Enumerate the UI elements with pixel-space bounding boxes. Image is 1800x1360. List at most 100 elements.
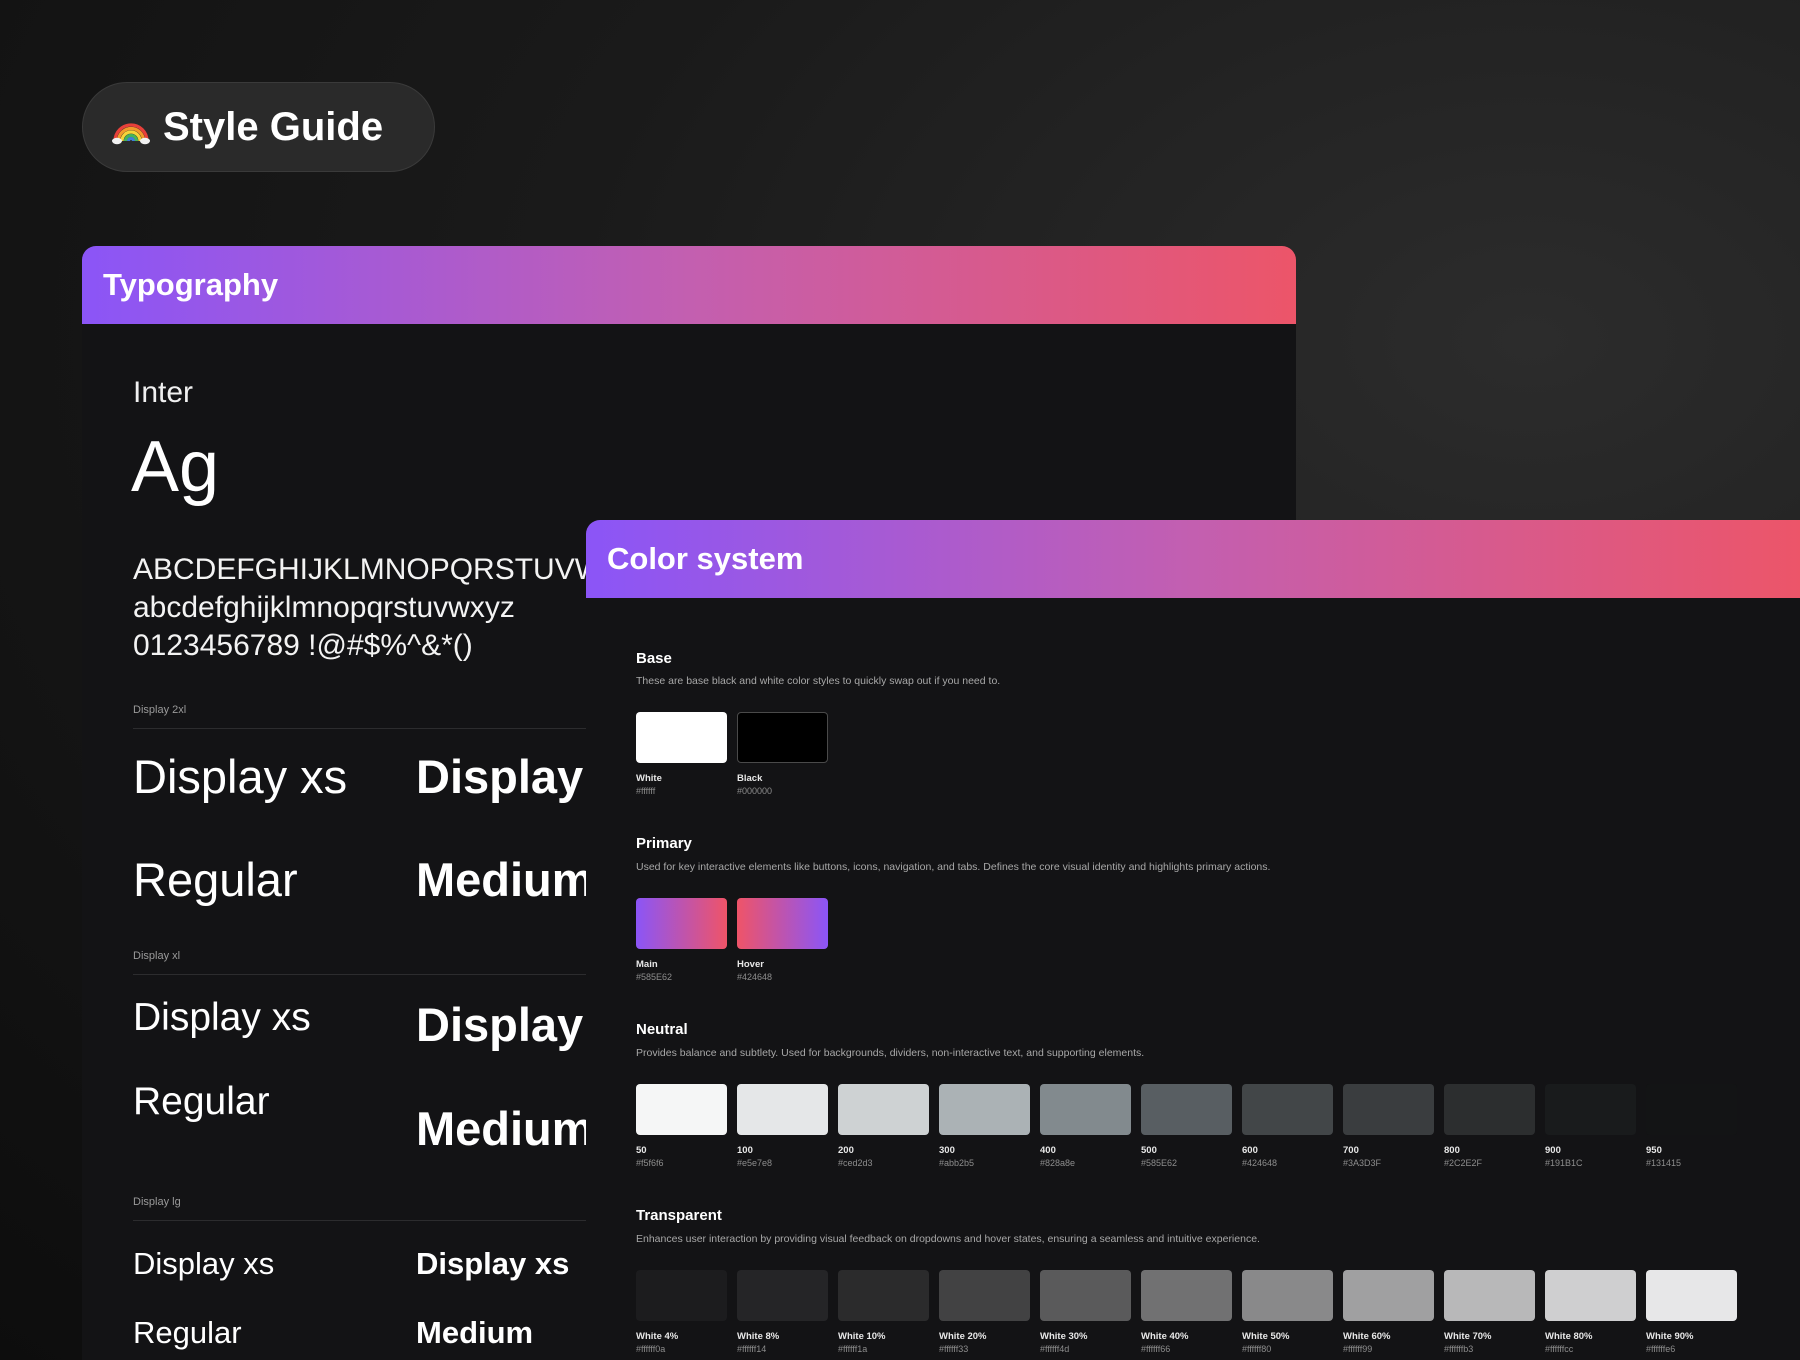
swatch-hex: #585E62: [636, 972, 673, 982]
swatch-hex: #ffffff99: [1343, 1344, 1373, 1354]
group-title-primary: Primary: [636, 835, 692, 852]
color-swatch: 950 #131415: [1646, 1084, 1737, 1170]
swatch-name: 200: [838, 1145, 854, 1156]
section-label-display-xl: Display xl: [133, 950, 181, 962]
display-xl-medium-weight: Medium: [416, 1102, 594, 1155]
display-2xl-regular-sample: Display xs: [133, 750, 348, 803]
swatch-name: White 4%: [636, 1331, 679, 1342]
display-lg-regular-weight: Regular: [133, 1315, 242, 1350]
swatch-name: White 40%: [1141, 1331, 1189, 1342]
swatch-chip: [737, 1270, 828, 1321]
group-description-transparent: Enhances user interaction by providing v…: [636, 1233, 1260, 1245]
swatch-hex: #191B1C: [1545, 1158, 1583, 1168]
swatch-chip: [1343, 1270, 1434, 1321]
swatch-chip: [838, 1270, 929, 1321]
swatch-chip: [1444, 1270, 1535, 1321]
swatch-chip: [939, 1084, 1030, 1135]
swatch-chip: [636, 898, 727, 949]
group-description-primary: Used for key interactive elements like b…: [636, 861, 1271, 873]
rainbow-icon: [112, 123, 150, 145]
group-title-base: Base: [636, 650, 672, 667]
font-name: Inter: [133, 376, 194, 409]
color-swatch: 50 #f5f6f6: [636, 1084, 727, 1170]
color-swatch: Hover #424648: [737, 898, 828, 984]
swatch-name: 600: [1242, 1145, 1258, 1156]
swatch-hex: #ffffff66: [1141, 1344, 1171, 1354]
display-xl-regular-weight: Regular: [133, 1080, 270, 1123]
swatch-name: 800: [1444, 1145, 1460, 1156]
display-2xl-medium-weight: Medium: [416, 853, 594, 906]
swatch-hex: #000000: [737, 786, 773, 796]
swatch-hex: #ffffffb3: [1444, 1344, 1474, 1354]
swatch-chip: [939, 1270, 1030, 1321]
swatch-name: Black: [737, 773, 763, 784]
group-title-transparent: Transparent: [636, 1207, 722, 1224]
color-swatch: 900 #191B1C: [1545, 1084, 1636, 1170]
swatch-hex: #ffffff: [636, 786, 656, 796]
swatch-name: White 90%: [1646, 1331, 1694, 1342]
swatch-row-base: White #ffffff Black #000000: [636, 712, 838, 798]
swatch-chip: [737, 898, 828, 949]
swatch-hex: #f5f6f6: [636, 1158, 664, 1168]
display-lg-medium-sample: Display xs: [416, 1246, 570, 1281]
color-system-header: Color system: [586, 520, 1800, 598]
swatch-name: 900: [1545, 1145, 1561, 1156]
swatch-name: White 30%: [1040, 1331, 1088, 1342]
swatch-hex: #ffffff1a: [838, 1344, 868, 1354]
swatch-chip: [737, 712, 828, 763]
swatch-row-neutral: 50 #f5f6f6 100 #e5e7e8 200 #ced2d3 300 #abb2b5 4…: [636, 1084, 1747, 1170]
lowercase-characters: abcdefghijklmnopqrstuvwxyz: [133, 591, 515, 624]
swatch-name: 100: [737, 1145, 753, 1156]
color-swatch: White #ffffff: [636, 712, 727, 798]
swatch-hex: #e5e7e8: [737, 1158, 773, 1168]
swatch-chip: [1141, 1084, 1232, 1135]
character-set: ABCDEFGHIJKLMNOPQRSTUVWXYZ abcdefghijklm…: [133, 551, 661, 665]
swatch-chip: [1646, 1270, 1737, 1321]
page-title: Style Guide: [163, 104, 384, 149]
color-swatch: White 50% #ffffff80: [1242, 1270, 1333, 1356]
color-swatch: 500 #585E62: [1141, 1084, 1232, 1170]
group-description-neutral: Provides balance and subtlety. Used for …: [636, 1047, 1145, 1059]
display-xl-regular-sample: Display xs: [133, 996, 311, 1039]
color-swatch: White 90% #ffffffe6: [1646, 1270, 1737, 1356]
swatch-hex: #2C2E2F: [1444, 1158, 1483, 1168]
swatch-name: 50: [636, 1145, 647, 1156]
group-title-neutral: Neutral: [636, 1021, 688, 1038]
color-swatch: 100 #e5e7e8: [737, 1084, 828, 1170]
display-lg-medium-weight: Medium: [416, 1315, 534, 1350]
color-swatch: Black #000000: [737, 712, 828, 798]
swatch-chip: [636, 1270, 727, 1321]
swatch-name: White 8%: [737, 1331, 780, 1342]
swatch-hex: #ffffffcc: [1545, 1344, 1574, 1354]
section-label-display-2xl: Display 2xl: [133, 704, 187, 716]
typography-header: Typography: [82, 246, 1296, 324]
style-guide-badge: Style Guide: [82, 82, 435, 172]
swatch-chip: [737, 1084, 828, 1135]
color-swatch: White 4% #ffffff0a: [636, 1270, 727, 1356]
swatch-name: 950: [1646, 1145, 1662, 1156]
swatch-chip: [838, 1084, 929, 1135]
swatch-hex: #585E62: [1141, 1158, 1178, 1168]
color-swatch: 300 #abb2b5: [939, 1084, 1030, 1170]
numeric-symbol-characters: 0123456789 !@#$%^&*(): [133, 629, 473, 662]
swatch-hex: #424648: [737, 972, 773, 982]
swatch-hex: #ced2d3: [838, 1158, 873, 1168]
swatch-chip: [1242, 1084, 1333, 1135]
color-swatch: White 80% #ffffffcc: [1545, 1270, 1636, 1356]
swatch-row-primary: Main #585E62 Hover #424648: [636, 898, 838, 984]
swatch-name: Main: [636, 959, 658, 970]
swatch-hex: #ffffff0a: [636, 1344, 666, 1354]
swatch-chip: [1444, 1084, 1535, 1135]
swatch-hex: #ffffffe6: [1646, 1344, 1676, 1354]
color-swatch: White 20% #ffffff33: [939, 1270, 1030, 1356]
color-swatch: 600 #424648: [1242, 1084, 1333, 1170]
color-system-panel: Color system Base These are base black a…: [586, 520, 1800, 1360]
section-label-display-lg: Display lg: [133, 1196, 181, 1208]
color-swatch: 200 #ced2d3: [838, 1084, 929, 1170]
swatch-hex: #ffffff4d: [1040, 1344, 1070, 1354]
typography-title: Typography: [103, 267, 279, 302]
font-sample: Ag: [131, 427, 220, 507]
swatch-chip: [1040, 1084, 1131, 1135]
swatch-name: White 20%: [939, 1331, 987, 1342]
swatch-hex: #828a8e: [1040, 1158, 1076, 1168]
